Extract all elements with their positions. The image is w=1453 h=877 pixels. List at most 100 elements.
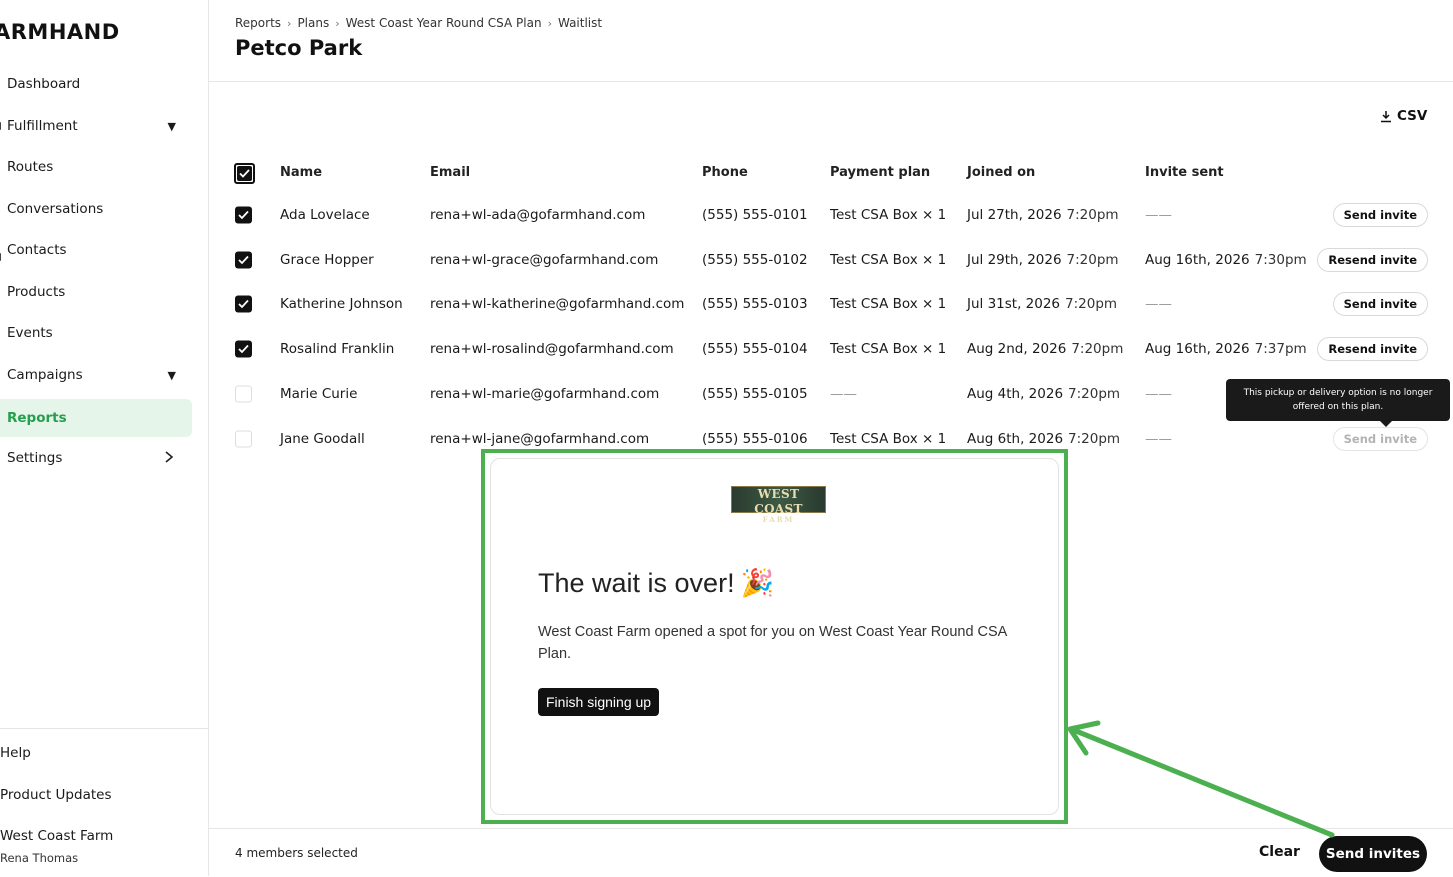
sidebar-item-label: Fulfillment xyxy=(7,118,78,134)
sidebar-item-label: Campaigns xyxy=(7,367,83,383)
row-checkbox[interactable] xyxy=(235,340,252,357)
select-all-checkbox[interactable] xyxy=(234,163,255,184)
row-checkbox[interactable] xyxy=(235,206,252,223)
email-body: West Coast Farm opened a spot for you on… xyxy=(538,624,1007,662)
row-checkbox[interactable] xyxy=(235,385,252,402)
table-row: Ada Lovelace rena+wl-ada@gofarmhand.com … xyxy=(209,192,1453,237)
page-header: Reports › Plans › West Coast Year Round … xyxy=(209,0,1453,82)
member-phone: (555) 555-0104 xyxy=(702,340,808,357)
member-plan: Test CSA Box × 1 xyxy=(830,295,947,312)
org-name[interactable]: West Coast Farm xyxy=(0,828,113,844)
member-phone: (555) 555-0103 xyxy=(702,295,808,312)
member-plan: —— xyxy=(830,385,857,402)
breadcrumb-item-plans[interactable]: Plans xyxy=(297,16,329,30)
invite-sent: —— xyxy=(1145,385,1172,402)
check-icon xyxy=(238,210,249,219)
column-header-invite-sent[interactable]: Invite sent xyxy=(1145,165,1224,180)
send-invite-button-disabled[interactable]: Send invite xyxy=(1332,426,1428,451)
invite-sent: —— xyxy=(1145,430,1172,447)
resend-invite-button[interactable]: Resend invite xyxy=(1317,247,1428,272)
member-phone: (555) 555-0101 xyxy=(702,206,808,223)
invite-sent: —— xyxy=(1145,206,1172,223)
member-name: Jane Goodall xyxy=(280,430,365,447)
joined-on: Aug 2nd, 2026 7:20pm xyxy=(967,340,1124,357)
joined-on: Jul 31st, 2026 7:20pm xyxy=(967,295,1118,312)
row-checkbox[interactable] xyxy=(235,295,252,312)
finish-signing-up-button[interactable]: Finish signing up xyxy=(538,688,660,716)
sidebar-item-conversations[interactable]: Conversations xyxy=(0,190,192,228)
sidebar-item-campaigns[interactable]: Campaigns ▼ xyxy=(0,356,192,394)
invite-sent: Aug 16th, 2026 7:30pm xyxy=(1145,251,1307,268)
column-header-name[interactable]: Name xyxy=(280,165,322,180)
sidebar-item-contacts[interactable]: Contacts xyxy=(0,231,192,269)
dash-icon xyxy=(0,253,1,261)
member-plan: Test CSA Box × 1 xyxy=(830,251,947,268)
member-plan: Test CSA Box × 1 xyxy=(830,340,947,357)
resend-invite-button[interactable]: Resend invite xyxy=(1317,336,1428,361)
csv-label: CSV xyxy=(1397,108,1428,124)
sidebar: ARMHAND Dashboard Fulfillment ▼ Routes C… xyxy=(0,0,209,876)
send-invites-button[interactable]: Send invites xyxy=(1319,836,1427,872)
row-checkbox[interactable] xyxy=(235,251,252,268)
row-checkbox[interactable] xyxy=(235,430,252,447)
chevron-right-icon xyxy=(165,451,174,463)
breadcrumb: Reports › Plans › West Coast Year Round … xyxy=(235,16,602,30)
product-updates-link[interactable]: Product Updates xyxy=(0,787,111,803)
app-logo[interactable]: ARMHAND xyxy=(0,20,120,44)
help-link[interactable]: Help xyxy=(0,745,31,761)
send-invite-button[interactable]: Send invite xyxy=(1332,202,1428,227)
invite-sent: Aug 16th, 2026 7:37pm xyxy=(1145,340,1307,357)
table-row: Grace Hopper rena+wl-grace@gofarmhand.co… xyxy=(209,237,1453,282)
dash-icon xyxy=(0,122,1,130)
member-phone: (555) 555-0106 xyxy=(702,430,808,447)
breadcrumb-item-reports[interactable]: Reports xyxy=(235,16,281,30)
column-header-joined-on[interactable]: Joined on xyxy=(967,165,1035,180)
chevron-right-icon: › xyxy=(547,16,552,30)
member-name: Rosalind Franklin xyxy=(280,340,395,357)
joined-on: Aug 4th, 2026 7:20pm xyxy=(967,385,1121,402)
member-phone: (555) 555-0102 xyxy=(702,251,808,268)
email-preview-highlight: WEST COAST FARM The wait is over! 🎉 West… xyxy=(481,449,1068,824)
sidebar-item-label: Events xyxy=(7,325,53,341)
sidebar-item-label: Routes xyxy=(7,159,54,175)
sidebar-item-events[interactable]: Events xyxy=(0,314,192,352)
email-preview-card: WEST COAST FARM The wait is over! 🎉 West… xyxy=(490,458,1059,815)
sidebar-item-routes[interactable]: Routes xyxy=(0,148,192,186)
member-name: Marie Curie xyxy=(280,385,358,402)
sidebar-item-label: Reports xyxy=(7,410,67,426)
column-header-phone[interactable]: Phone xyxy=(702,165,748,180)
sidebar-item-settings[interactable]: Settings xyxy=(0,439,192,477)
joined-on: Aug 6th, 2026 7:20pm xyxy=(967,430,1121,447)
member-email: rena+wl-katherine@gofarmhand.com xyxy=(430,295,685,312)
caret-down-icon: ▼ xyxy=(167,368,176,382)
selection-footer: 4 members selected Clear Send invites xyxy=(209,828,1453,877)
member-plan: Test CSA Box × 1 xyxy=(830,206,947,223)
member-name: Grace Hopper xyxy=(280,251,374,268)
download-icon xyxy=(1381,110,1391,122)
sidebar-item-products[interactable]: Products xyxy=(0,273,192,311)
email-heading: The wait is over! 🎉 xyxy=(538,567,775,599)
csv-download-button[interactable]: CSV xyxy=(1380,108,1427,124)
sidebar-item-fulfillment[interactable]: Fulfillment ▼ xyxy=(0,107,192,145)
breadcrumb-item-waitlist[interactable]: Waitlist xyxy=(558,16,602,30)
column-header-payment-plan[interactable]: Payment plan xyxy=(830,165,930,180)
sidebar-item-dashboard[interactable]: Dashboard xyxy=(0,65,192,103)
unavailable-option-tooltip: This pickup or delivery option is no lon… xyxy=(1226,379,1450,427)
breadcrumb-item-plan[interactable]: West Coast Year Round CSA Plan xyxy=(346,16,542,30)
sidebar-item-label: Contacts xyxy=(7,242,67,258)
invite-sent: —— xyxy=(1145,295,1172,312)
member-email: rena+wl-rosalind@gofarmhand.com xyxy=(430,340,674,357)
sidebar-item-label: Conversations xyxy=(7,201,104,217)
joined-on: Jul 27th, 2026 7:20pm xyxy=(967,206,1119,223)
check-icon xyxy=(238,344,249,353)
member-email: rena+wl-ada@gofarmhand.com xyxy=(430,206,646,223)
sidebar-item-label: Products xyxy=(7,284,66,300)
column-header-email[interactable]: Email xyxy=(430,165,470,180)
sidebar-item-label: Dashboard xyxy=(7,76,81,92)
page-title: Petco Park xyxy=(235,36,363,60)
chevron-right-icon: › xyxy=(335,16,340,30)
send-invite-button[interactable]: Send invite xyxy=(1332,291,1428,316)
sidebar-item-reports[interactable]: Reports xyxy=(0,399,192,437)
sidebar-divider xyxy=(0,728,208,729)
clear-button[interactable]: Clear xyxy=(1259,844,1300,860)
